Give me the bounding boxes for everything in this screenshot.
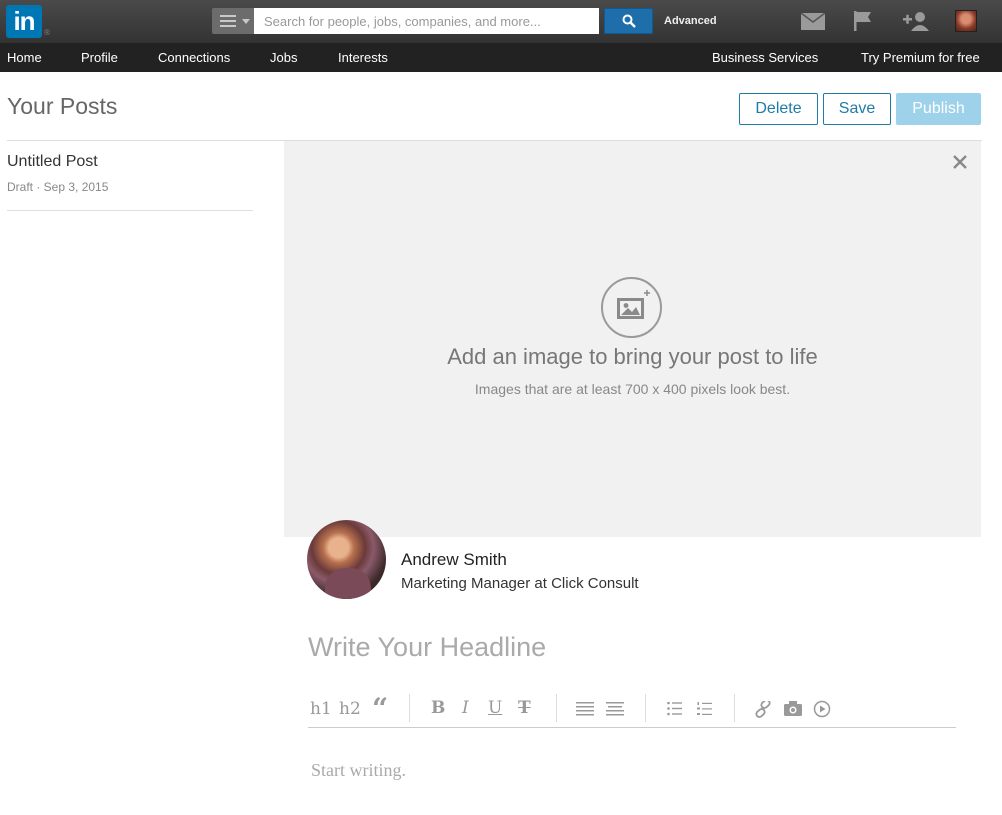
toolbar-separator <box>734 694 735 722</box>
bullet-list-icon[interactable] <box>667 702 682 716</box>
underline-button[interactable]: U <box>488 698 502 718</box>
profile-avatar[interactable] <box>955 10 977 32</box>
nav-interests[interactable]: Interests <box>338 50 388 65</box>
align-left-icon[interactable] <box>576 702 594 716</box>
page-title: Your Posts <box>7 93 118 119</box>
h2-button[interactable]: h2 <box>339 699 361 719</box>
registered-mark: ® <box>43 28 51 37</box>
h1-button[interactable]: h1 <box>310 699 332 719</box>
publish-button[interactable]: Publish <box>896 93 981 125</box>
image-plus-icon <box>617 290 650 319</box>
search-icon <box>622 14 636 28</box>
author-name: Andrew Smith <box>401 550 507 569</box>
nav-home[interactable]: Home <box>7 50 42 65</box>
nav-jobs[interactable]: Jobs <box>270 50 297 65</box>
nav-connections[interactable]: Connections <box>158 50 230 65</box>
advanced-search-link[interactable]: Advanced <box>664 15 717 27</box>
italic-button[interactable]: I <box>462 698 469 718</box>
nav-profile[interactable]: Profile <box>81 50 118 65</box>
main-nav: Home Profile Connections Jobs Interests … <box>0 43 1002 72</box>
strikethrough-button[interactable]: T <box>518 698 531 718</box>
linkedin-logo[interactable]: in <box>6 5 42 38</box>
headline-input[interactable]: Write Your Headline <box>308 632 546 663</box>
search-input[interactable] <box>254 8 599 34</box>
toolbar-separator <box>556 694 557 722</box>
save-button[interactable]: Save <box>823 93 891 125</box>
editor-toolbar: h1 h2 “ B I U T <box>308 694 956 728</box>
image-prompt-subtext: Images that are at least 700 x 400 pixel… <box>474 381 791 397</box>
close-icon[interactable] <box>951 153 969 171</box>
flag-icon[interactable] <box>853 11 873 31</box>
quote-icon[interactable]: “ <box>372 695 388 723</box>
toolbar-separator <box>645 694 646 722</box>
author-avatar <box>307 520 386 599</box>
video-play-icon[interactable] <box>813 700 831 718</box>
link-icon[interactable] <box>754 701 772 718</box>
add-image-icon[interactable] <box>601 277 662 338</box>
author-role: Marketing Manager at Click Consult <box>401 575 639 592</box>
add-connection-icon[interactable] <box>903 11 929 31</box>
menu-icon <box>220 15 236 27</box>
mail-icon[interactable] <box>801 13 825 30</box>
top-bar: in ® Advanced <box>0 0 1002 43</box>
bold-button[interactable]: B <box>431 698 445 718</box>
post-list-item-title[interactable]: Untitled Post <box>7 153 98 171</box>
search-category-dropdown[interactable] <box>212 8 254 34</box>
camera-icon[interactable] <box>784 701 802 716</box>
body-editor[interactable]: Start writing. <box>311 760 406 781</box>
delete-button[interactable]: Delete <box>739 93 818 125</box>
numbered-list-icon[interactable] <box>697 702 712 716</box>
image-prompt-heading: Add an image to bring your post to life <box>447 344 818 369</box>
nav-business-services[interactable]: Business Services <box>712 50 818 65</box>
post-list-divider <box>7 210 253 211</box>
toolbar-separator <box>409 694 410 722</box>
caret-down-icon <box>242 19 250 24</box>
align-center-icon[interactable] <box>606 702 624 716</box>
search-button[interactable] <box>604 8 653 34</box>
post-list-item-meta: Draft · Sep 3, 2015 <box>7 180 109 194</box>
nav-try-premium[interactable]: Try Premium for free <box>861 50 980 65</box>
